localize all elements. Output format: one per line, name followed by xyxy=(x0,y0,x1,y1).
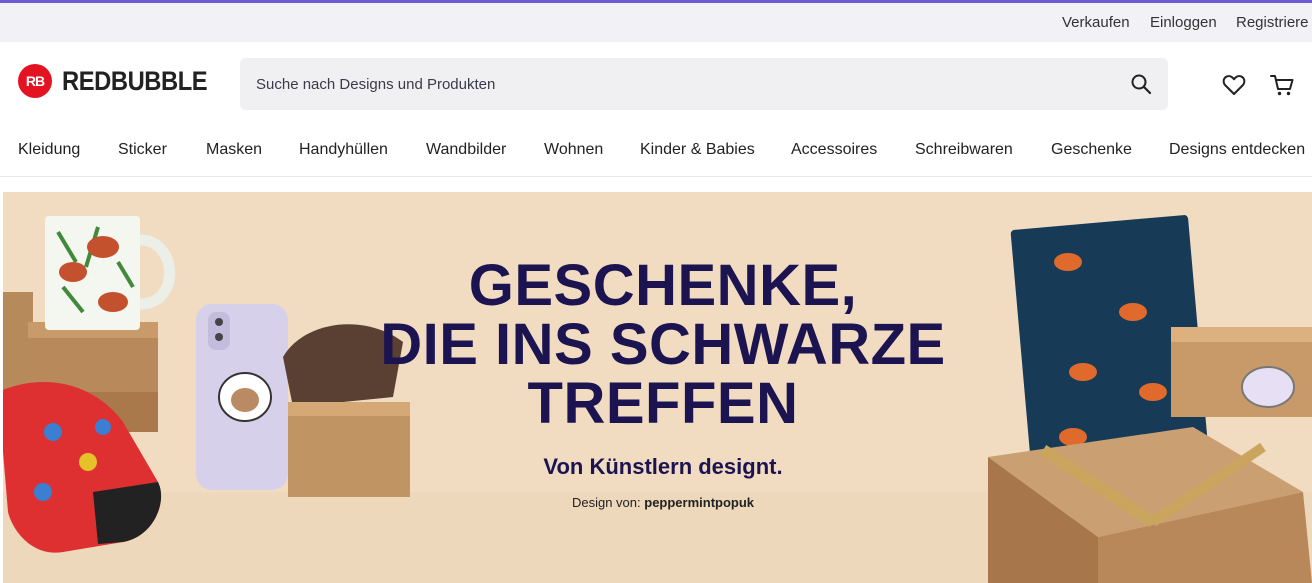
nav-item-wandbilder[interactable]: Wandbilder xyxy=(426,141,506,159)
hero-credit: Design von: peppermintpopuk xyxy=(3,495,1312,510)
sell-link[interactable]: Verkaufen xyxy=(1062,14,1130,31)
nav-item-handyhuellen[interactable]: Handyhüllen xyxy=(299,141,388,159)
logo-text: REDBUBBLE xyxy=(62,65,208,96)
hero-banner[interactable]: GESCHENKE, DIE INS SCHWARZE TREFFEN Von … xyxy=(3,192,1312,583)
search-icon[interactable] xyxy=(1130,73,1152,95)
search-bar xyxy=(240,58,1168,110)
logo[interactable]: RB REDBUBBLE xyxy=(18,64,227,98)
utility-bar: Verkaufen Einloggen Registriere xyxy=(0,3,1312,42)
credit-prefix: Design von: xyxy=(571,495,641,510)
header: RB REDBUBBLE xyxy=(0,42,1312,124)
hero-title-line: GESCHENKE, xyxy=(468,253,858,318)
cart-icon[interactable] xyxy=(1269,72,1295,98)
hero-title-line: DIE INS SCHWARZE xyxy=(380,312,946,377)
nav-item-masken[interactable]: Masken xyxy=(206,141,262,159)
logo-mark-icon: RB xyxy=(18,64,52,98)
nav-item-designs-entdecken[interactable]: Designs entdecken xyxy=(1169,141,1305,159)
search-input[interactable] xyxy=(240,58,1126,110)
register-link[interactable]: Registriere xyxy=(1236,14,1309,31)
nav-item-accessoires[interactable]: Accessoires xyxy=(791,141,877,159)
login-link[interactable]: Einloggen xyxy=(1150,14,1217,31)
credit-artist-link[interactable]: peppermintpopuk xyxy=(644,495,754,510)
hero-title-line: TREFFEN xyxy=(527,371,799,436)
nav-item-wohnen[interactable]: Wohnen xyxy=(544,141,603,159)
category-nav: Kleidung Sticker Masken Handyhüllen Wand… xyxy=(0,124,1312,177)
nav-item-sticker[interactable]: Sticker xyxy=(118,141,167,159)
nav-item-kinder-babies[interactable]: Kinder & Babies xyxy=(640,141,755,159)
nav-item-schreibwaren[interactable]: Schreibwaren xyxy=(915,141,1013,159)
nav-item-kleidung[interactable]: Kleidung xyxy=(18,141,80,159)
nav-item-geschenke[interactable]: Geschenke xyxy=(1051,141,1132,159)
hero-subtitle: Von Künstlern designt. xyxy=(543,454,783,479)
hero-title: GESCHENKE, DIE INS SCHWARZE TREFFEN xyxy=(3,256,1312,433)
heart-icon[interactable] xyxy=(1221,72,1247,98)
